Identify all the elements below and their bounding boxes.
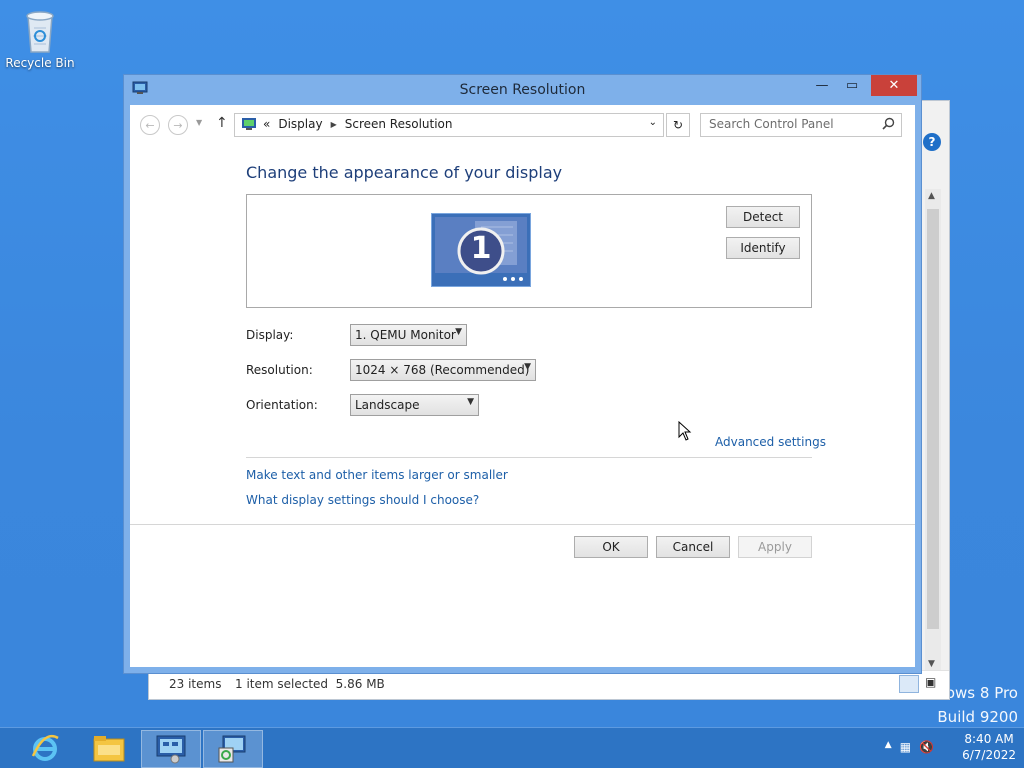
status-item-count: 23 items bbox=[169, 677, 222, 691]
clock-time: 8:40 AM bbox=[964, 732, 1014, 746]
network-icon[interactable]: ▦ bbox=[900, 740, 911, 754]
breadcrumb-screen-resolution[interactable]: Screen Resolution bbox=[345, 117, 453, 131]
search-box[interactable]: Search Control Panel bbox=[700, 113, 902, 137]
refresh-button[interactable]: ↻ bbox=[666, 113, 690, 137]
chevron-down-icon: ▼ bbox=[524, 362, 531, 372]
clock-date: 6/7/2022 bbox=[962, 748, 1016, 762]
resolution-select-value: 1024 × 768 (Recommended) bbox=[355, 363, 530, 377]
divider bbox=[246, 457, 812, 458]
search-placeholder: Search Control Panel bbox=[709, 117, 834, 131]
taskbar-control-panel[interactable] bbox=[141, 730, 201, 768]
display-label: Display: bbox=[246, 328, 294, 342]
details-view-icon[interactable] bbox=[899, 675, 919, 693]
status-bar: 23 items 1 item selected 5.86 MB ▣ bbox=[149, 670, 949, 699]
chevron-down-icon: ▼ bbox=[455, 327, 462, 337]
recent-pages-chevron-icon[interactable]: ▼ bbox=[196, 118, 202, 127]
scroll-down-icon[interactable]: ▼ bbox=[928, 659, 935, 669]
minimize-icon: — bbox=[815, 78, 829, 93]
display-select[interactable]: 1. QEMU Monitor ▼ bbox=[350, 324, 467, 346]
display-select-value: 1. QEMU Monitor bbox=[355, 328, 456, 342]
orientation-select-value: Landscape bbox=[355, 398, 420, 412]
large-icons-view-icon[interactable]: ▣ bbox=[925, 675, 941, 691]
taskbar-file-explorer[interactable] bbox=[80, 730, 138, 766]
orientation-label: Orientation: bbox=[246, 398, 318, 412]
breadcrumb-display[interactable]: Display bbox=[278, 117, 322, 131]
monitor-1[interactable]: 1 bbox=[430, 212, 532, 288]
search-icon[interactable] bbox=[882, 117, 895, 130]
back-arrow-icon: ← bbox=[145, 118, 155, 132]
resolution-label: Resolution: bbox=[246, 363, 313, 377]
advanced-settings-link[interactable]: Advanced settings bbox=[715, 435, 826, 449]
minimize-button[interactable]: — bbox=[809, 75, 835, 96]
close-icon: ✕ bbox=[888, 78, 900, 93]
close-button[interactable]: ✕ bbox=[871, 75, 917, 96]
volume-muted-icon[interactable]: 🔇 bbox=[919, 740, 934, 754]
scroll-up-icon[interactable]: ▲ bbox=[928, 191, 935, 201]
cancel-button[interactable]: Cancel bbox=[656, 536, 730, 558]
forward-button[interactable]: → bbox=[168, 115, 188, 135]
detect-button[interactable]: Detect bbox=[726, 206, 800, 228]
chevron-down-icon: ▼ bbox=[467, 397, 474, 407]
vertical-scrollbar[interactable]: ▲ ▼ bbox=[925, 189, 941, 671]
file-explorer-icon bbox=[93, 736, 125, 762]
maximize-button[interactable]: ▭ bbox=[839, 75, 865, 96]
address-dropdown-icon[interactable]: ⌄ bbox=[649, 117, 657, 128]
build-watermark: Build 9200 bbox=[937, 708, 1018, 726]
maximize-icon: ▭ bbox=[845, 78, 859, 93]
taskbar-internet-explorer[interactable] bbox=[16, 730, 74, 766]
ok-button[interactable]: OK bbox=[574, 536, 648, 558]
refresh-icon: ↻ bbox=[672, 118, 684, 132]
window-title: Screen Resolution bbox=[459, 82, 586, 98]
address-bar[interactable]: « Display ▶ Screen Resolution ⌄ bbox=[234, 113, 664, 137]
taskbar: ▲ ▦ 🔇 8:40 AM 6/7/2022 bbox=[0, 727, 1024, 768]
up-arrow-icon[interactable]: ↑ bbox=[216, 115, 228, 131]
screen-resolution-window[interactable]: Screen Resolution — ▭ ✕ ← → ▼ ↑ « Displa… bbox=[123, 74, 922, 674]
breadcrumb-overflow[interactable]: « bbox=[263, 117, 270, 131]
clock[interactable]: 8:40 AM 6/7/2022 bbox=[962, 731, 1016, 763]
back-button[interactable]: ← bbox=[140, 115, 160, 135]
taskbar-display-settings[interactable] bbox=[203, 730, 263, 768]
forward-arrow-icon: → bbox=[173, 118, 183, 132]
internet-explorer-icon bbox=[31, 734, 59, 761]
orientation-select[interactable]: Landscape ▼ bbox=[350, 394, 479, 416]
resolution-select[interactable]: 1024 × 768 (Recommended) ▼ bbox=[350, 359, 536, 381]
monitor-number: 1 bbox=[470, 231, 492, 266]
title-bar[interactable]: Screen Resolution — ▭ ✕ bbox=[124, 75, 921, 105]
page-heading: Change the appearance of your display bbox=[246, 163, 563, 182]
display-settings-help-link[interactable]: What display settings should I choose? bbox=[246, 493, 479, 507]
control-panel-icon bbox=[156, 735, 186, 764]
identify-button[interactable]: Identify bbox=[726, 237, 800, 259]
breadcrumb-chevron-icon[interactable]: ▶ bbox=[331, 120, 337, 129]
mouse-cursor-icon bbox=[678, 421, 692, 441]
help-icon[interactable]: ? bbox=[923, 133, 941, 151]
display-settings-icon bbox=[218, 735, 246, 763]
status-selection: 1 item selected 5.86 MB bbox=[235, 677, 385, 691]
text-size-link[interactable]: Make text and other items larger or smal… bbox=[246, 468, 508, 482]
apply-button[interactable]: Apply bbox=[738, 536, 812, 558]
recycle-bin-shortcut[interactable]: Recycle Bin bbox=[4, 6, 76, 70]
display-location-icon bbox=[242, 118, 256, 130]
recycle-bin-icon bbox=[26, 11, 54, 53]
show-hidden-icons-icon[interactable]: ▲ bbox=[885, 740, 892, 754]
system-tray: ▲ ▦ 🔇 bbox=[885, 740, 934, 754]
footer-divider bbox=[130, 524, 915, 525]
window-client-area: ← → ▼ ↑ « Display ▶ Screen Resolution ⌄ … bbox=[130, 105, 915, 667]
recycle-bin-label: Recycle Bin bbox=[5, 56, 75, 70]
scrollbar-thumb[interactable] bbox=[927, 209, 939, 629]
display-preview-area: 1 Detect Identify bbox=[246, 194, 812, 308]
